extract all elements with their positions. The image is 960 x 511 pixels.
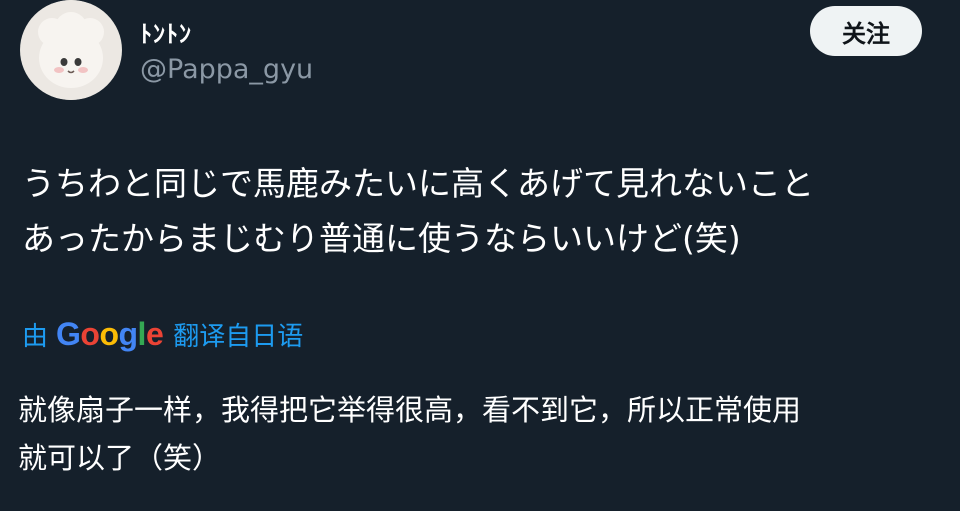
tweet-card: ﾄﾝﾄﾝ @Pappa_gyu 关注 うちわと同じで馬鹿みたいに高くあげて見れな… — [0, 0, 960, 511]
google-letter: l — [137, 315, 147, 352]
google-letter: e — [145, 315, 164, 352]
display-name[interactable]: ﾄﾝﾄﾝ — [140, 14, 192, 49]
google-letter: g — [118, 315, 139, 352]
google-letter: o — [99, 315, 119, 352]
google-logo: Google — [56, 315, 164, 353]
avatar-plush-icon — [21, 0, 121, 100]
translated-text: 就像扇子一样，我得把它举得很高，看不到它，所以正常使用 就可以了（笑） — [18, 393, 802, 475]
user-handle[interactable]: @Pappa_gyu — [140, 54, 313, 85]
translation-prefix: 由 — [22, 321, 49, 352]
translation-attribution[interactable]: 由 Google 翻译自日语 — [22, 312, 303, 356]
tweet-text: うちわと同じで馬鹿みたいに高くあげて見れないこと あったからまじむり普通に使うな… — [22, 164, 814, 258]
follow-button[interactable]: 关注 — [810, 6, 922, 56]
google-letter: G — [56, 315, 81, 352]
google-letter: o — [80, 315, 100, 352]
avatar[interactable] — [20, 0, 122, 100]
translation-label: 翻译自日语 — [173, 321, 304, 352]
